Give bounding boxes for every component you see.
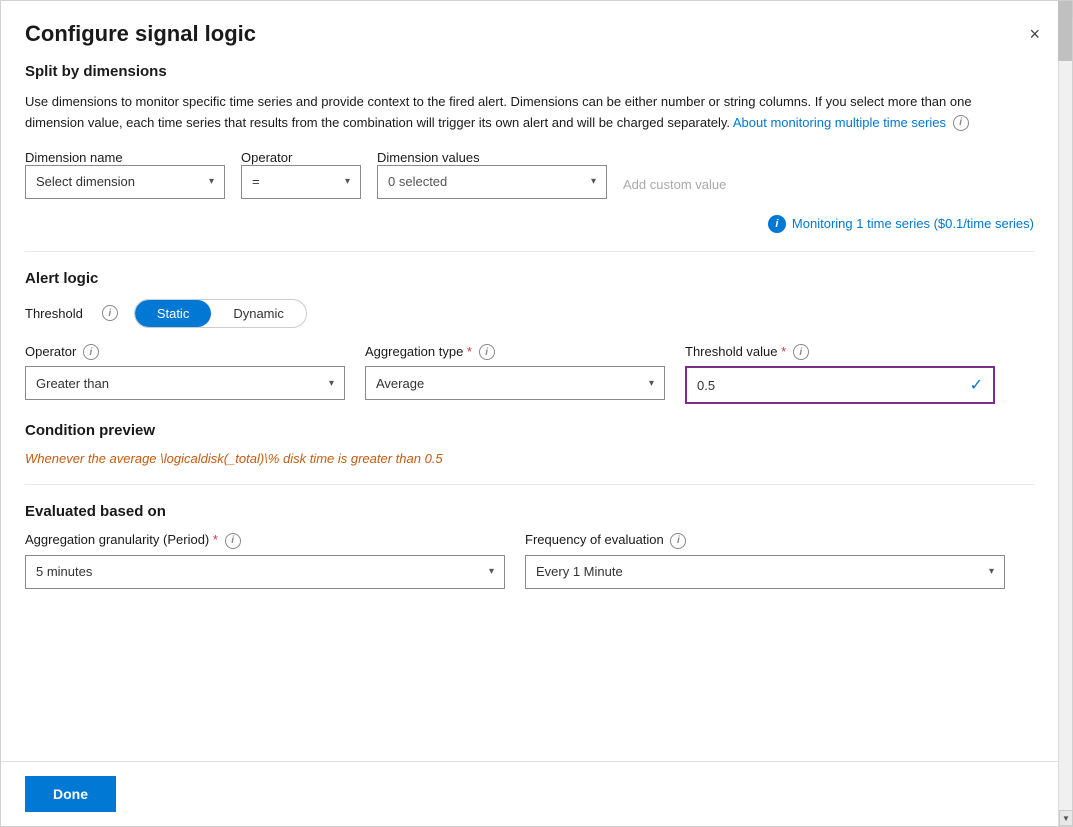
alert-logic-title: Alert logic (25, 270, 1034, 287)
close-button[interactable]: × (1021, 21, 1048, 47)
split-by-dimensions-title: Split by dimensions (25, 63, 1034, 80)
scrollbar-thumb[interactable] (1058, 1, 1072, 61)
scrollbar-track[interactable]: ▲ ▼ (1058, 1, 1072, 826)
operator-field-chevron-icon: ▾ (329, 378, 334, 389)
period-required-star: * (213, 532, 218, 547)
dimension-name-header: Dimension name (25, 150, 225, 165)
dialog-content: Split by dimensions Use dimensions to mo… (1, 63, 1072, 761)
aggregation-field-dropdown[interactable]: Average ▾ (365, 366, 665, 400)
dialog-title: Configure signal logic (25, 21, 256, 47)
frequency-chevron-icon: ▾ (989, 566, 994, 577)
threshold-value-required-star: * (781, 344, 786, 359)
evaluated-title: Evaluated based on (25, 503, 1034, 520)
frequency-info-icon: i (670, 533, 686, 549)
dimension-values-dropdown[interactable]: 0 selected ▾ (377, 165, 607, 199)
dimensions-info-text: Use dimensions to monitor specific time … (25, 92, 1034, 134)
period-label: Aggregation granularity (Period) * i (25, 532, 505, 549)
operator-field-group: Operator i Greater than ▾ (25, 344, 345, 405)
threshold-info-icon: i (102, 305, 118, 321)
dimension-values-value: 0 selected (388, 174, 447, 189)
frequency-field-group: Frequency of evaluation i Every 1 Minute… (525, 532, 1005, 589)
alert-logic-fields-row: Operator i Greater than ▾ Aggregation ty… (25, 344, 1034, 405)
condition-preview-text: Whenever the average \logicaldisk(_total… (25, 451, 1034, 466)
operator-value: = (252, 174, 260, 189)
add-custom-value-button[interactable]: Add custom value (623, 170, 726, 199)
aggregation-field-chevron-icon: ▾ (649, 378, 654, 389)
operator-chevron-icon: ▾ (345, 176, 350, 187)
threshold-value-input[interactable] (697, 378, 970, 393)
evaluated-row: Aggregation granularity (Period) * i 5 m… (25, 532, 1034, 589)
dimension-name-chevron-icon: ▾ (209, 176, 214, 187)
monitoring-info-row: i Monitoring 1 time series ($0.1/time se… (25, 215, 1034, 233)
dialog-footer: Done (1, 761, 1072, 826)
dialog-header: Configure signal logic × (1, 1, 1072, 63)
scroll-down-arrow[interactable]: ▼ (1059, 810, 1073, 826)
done-button[interactable]: Done (25, 776, 116, 812)
operator-header-col: Operator = ▾ (241, 150, 361, 199)
aggregation-required-star: * (467, 344, 472, 359)
period-info-icon: i (225, 533, 241, 549)
operator-header: Operator (241, 150, 361, 165)
configure-signal-logic-dialog: ▲ ▼ Configure signal logic × Split by di… (0, 0, 1073, 827)
dimension-name-header-col: Dimension name Select dimension ▾ (25, 150, 225, 199)
operator-field-value: Greater than (36, 376, 109, 391)
condition-preview-title: Condition preview (25, 422, 1034, 439)
threshold-value-input-container: ✓ (685, 366, 995, 404)
threshold-value-field-group: Threshold value * i ✓ (685, 344, 995, 405)
threshold-value-info-icon: i (793, 344, 809, 360)
divider-2 (25, 484, 1034, 485)
alert-logic-section: Alert logic Threshold i Static Dynamic O… (25, 270, 1034, 405)
monitoring-link[interactable]: About monitoring multiple time series (733, 115, 946, 130)
threshold-row: Threshold i Static Dynamic (25, 299, 1034, 328)
dimension-values-header-col: Dimension values 0 selected ▾ (377, 150, 607, 199)
frequency-dropdown[interactable]: Every 1 Minute ▾ (525, 555, 1005, 589)
operator-dropdown[interactable]: = ▾ (241, 165, 361, 199)
dimension-values-header: Dimension values (377, 150, 607, 165)
aggregation-field-info-icon: i (479, 344, 495, 360)
condition-preview-section: Condition preview Whenever the average \… (25, 422, 1034, 466)
frequency-value: Every 1 Minute (536, 564, 623, 579)
operator-field-label: Operator i (25, 344, 345, 361)
divider-1 (25, 251, 1034, 252)
dynamic-toggle-button[interactable]: Dynamic (211, 300, 306, 327)
period-value: 5 minutes (36, 564, 92, 579)
threshold-label: Threshold (25, 306, 83, 321)
dimension-name-dropdown[interactable]: Select dimension ▾ (25, 165, 225, 199)
dimension-column-headers: Dimension name Select dimension ▾ Operat… (25, 150, 1034, 199)
threshold-toggle-group: Static Dynamic (134, 299, 307, 328)
aggregation-field-value: Average (376, 376, 424, 391)
aggregation-field-group: Aggregation type * i Average ▾ (365, 344, 665, 405)
threshold-value-label: Threshold value * i (685, 344, 995, 361)
aggregation-field-label: Aggregation type * i (365, 344, 665, 361)
operator-field-info-icon: i (83, 344, 99, 360)
static-toggle-button[interactable]: Static (135, 300, 212, 327)
period-chevron-icon: ▾ (489, 566, 494, 577)
monitoring-info-icon: i (768, 215, 786, 233)
evaluated-based-on-section: Evaluated based on Aggregation granulari… (25, 503, 1034, 589)
threshold-check-icon: ✓ (970, 375, 983, 395)
monitoring-info-text: Monitoring 1 time series ($0.1/time seri… (792, 216, 1034, 231)
dimension-name-value: Select dimension (36, 174, 135, 189)
operator-field-dropdown[interactable]: Greater than ▾ (25, 366, 345, 400)
monitoring-link-info-icon: i (953, 115, 969, 131)
frequency-label: Frequency of evaluation i (525, 532, 1005, 549)
split-by-dimensions-section: Split by dimensions Use dimensions to mo… (25, 63, 1034, 233)
dimension-values-chevron-icon: ▾ (591, 176, 596, 187)
period-field-group: Aggregation granularity (Period) * i 5 m… (25, 532, 505, 589)
monitoring-count: 1 (856, 216, 867, 231)
period-dropdown[interactable]: 5 minutes ▾ (25, 555, 505, 589)
custom-value-col: Add custom value (623, 170, 726, 199)
